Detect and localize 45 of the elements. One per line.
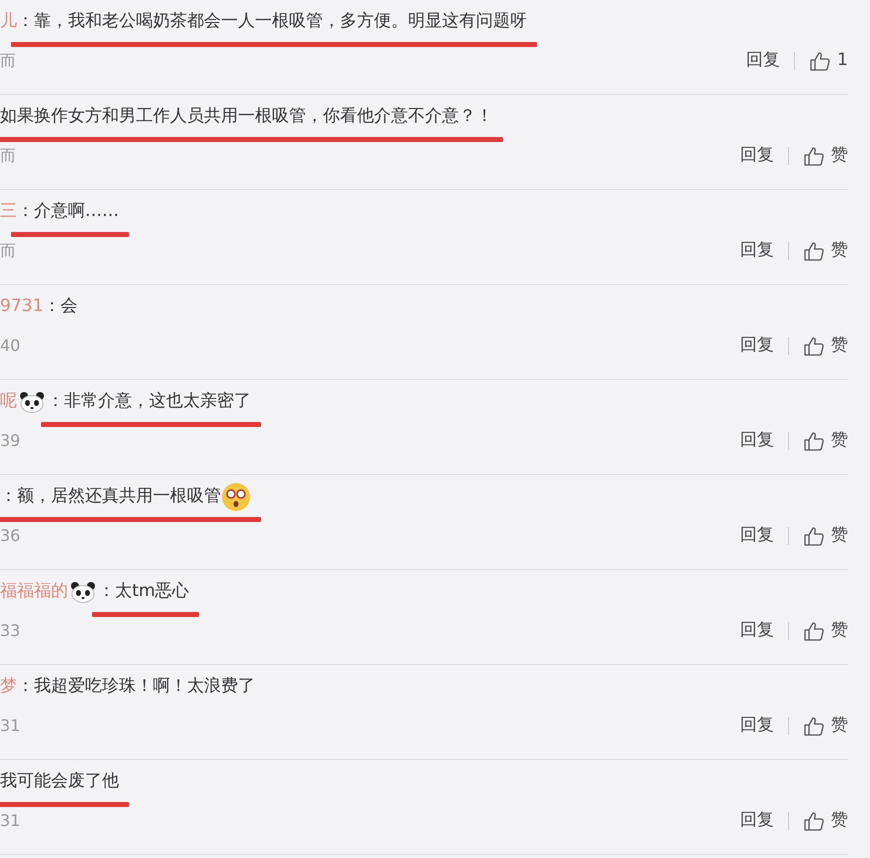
reply-link[interactable]: 回复 — [740, 523, 774, 548]
comment-text: ：太tm恶心 — [98, 580, 190, 604]
thumbs-up-icon — [803, 334, 825, 357]
comment-time: 40 — [0, 334, 20, 357]
like-button[interactable]: 赞 — [803, 808, 848, 834]
reply-link[interactable]: 回复 — [746, 48, 780, 74]
thumbs-up-icon — [803, 240, 825, 262]
comment-time: 而 — [0, 144, 16, 167]
thumbs-up-icon — [803, 714, 825, 737]
thumbs-up-icon — [809, 50, 832, 72]
reply-link[interactable]: 回复 — [740, 143, 774, 168]
comment-time: 31 — [0, 810, 20, 832]
comment-text: 如果换作女方和男工作人员共用一根吸管，你看他介意不介意？！ — [0, 105, 493, 128]
comment-text: ：会 — [43, 295, 78, 318]
comment-text: 我可能会废了他 — [0, 770, 119, 794]
reply-link[interactable]: 回复 — [740, 428, 774, 454]
thumbs-up-icon — [803, 144, 825, 167]
like-button[interactable]: 赞 — [803, 428, 848, 454]
comment-time: 而 — [0, 50, 16, 72]
like-button[interactable]: 赞 — [803, 523, 848, 548]
thumbs-up-icon — [803, 620, 825, 642]
reply-link[interactable]: 回复 — [740, 713, 774, 738]
comment-time: 39 — [0, 430, 20, 452]
comment-time: 36 — [0, 524, 20, 547]
like-button[interactable]: 赞 — [803, 143, 848, 168]
reply-link[interactable]: 回复 — [740, 333, 774, 358]
comment-time: 31 — [0, 714, 20, 737]
reply-link[interactable]: 回复 — [740, 808, 774, 834]
thumbs-up-icon — [803, 430, 825, 452]
comment-time: 而 — [0, 240, 16, 262]
comment-text: ：介意啊…… — [17, 200, 119, 224]
like-button[interactable]: 赞 — [803, 333, 848, 358]
like-button[interactable]: 赞 — [803, 713, 848, 738]
like-button[interactable]: 赞 — [803, 618, 848, 644]
like-button[interactable]: 1 — [809, 48, 848, 74]
comment-text: ：我超爱吃珍珠！啊！太浪费了 — [17, 675, 255, 698]
reply-link[interactable]: 回复 — [740, 618, 774, 644]
reply-link[interactable]: 回复 — [740, 238, 774, 264]
like-button[interactable]: 赞 — [803, 238, 848, 264]
comment-text: ：非常介意，这也太亲密了 — [47, 390, 251, 414]
comment-time: 33 — [0, 620, 20, 642]
thumbs-up-icon — [803, 524, 825, 547]
comment-text: ：额，居然还真共用一根吸管 — [0, 485, 221, 508]
comment-text: ：靠，我和老公喝奶茶都会一人一根吸管，多方便。明显这有问题呀 — [17, 10, 527, 34]
thumbs-up-icon — [803, 810, 825, 832]
